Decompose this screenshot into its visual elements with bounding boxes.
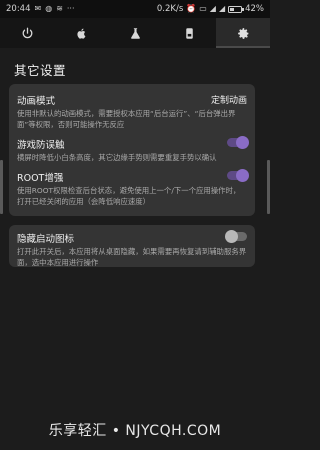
- hide-icon-toggle[interactable]: [225, 230, 247, 243]
- tab-device[interactable]: [162, 18, 216, 48]
- settings-card: 动画模式 定制动画 使用非默认的动画模式，需要授权本应用“后台运行”、“后台弹出…: [9, 84, 255, 216]
- tab-settings[interactable]: [216, 18, 270, 48]
- setting-description: 打开此开关后，本应用将从桌面隐藏，如果需要再恢复请到辅助服务界面，选中本应用进行…: [17, 247, 247, 267]
- signal-icon: ◢: [209, 4, 216, 13]
- setting-title: 隐藏启动图标: [17, 234, 75, 245]
- status-time: 20:44: [6, 4, 31, 14]
- watermark: 乐享轻汇 • NJYCQH.COM: [48, 423, 222, 439]
- setting-animation-mode[interactable]: 动画模式 定制动画 使用非默认的动画模式，需要授权本应用“后台运行”、“后台弹出…: [17, 93, 247, 130]
- root-enhance-toggle[interactable]: [227, 169, 249, 182]
- setting-title: ROOT增强: [17, 173, 64, 184]
- setting-description: 使用ROOT权限检查后台状态，避免使用上一个/下一个应用操作时，打开已经关闭的应…: [17, 186, 241, 206]
- anti-mistouch-toggle[interactable]: [227, 136, 249, 149]
- right-edge-accent: [267, 160, 270, 214]
- battery-level: 42%: [245, 4, 264, 14]
- toggle-knob: [236, 169, 249, 182]
- alarm-icon: ⏰: [186, 4, 197, 13]
- setting-title: 游戏防误触: [17, 140, 65, 151]
- vpn-icon: ▭: [199, 4, 207, 13]
- message-icon: ✉: [34, 4, 42, 13]
- setting-hide-icon[interactable]: 隐藏启动图标 打开此开关后，本应用将从桌面隐藏，如果需要再恢复请到辅助服务界面，…: [17, 230, 247, 268]
- toggle-knob: [225, 230, 238, 243]
- battery-icon: [228, 5, 245, 13]
- section-title: 其它设置: [14, 63, 67, 78]
- setting-root-enhance[interactable]: ROOT增强 使用ROOT权限检查后台状态，避免使用上一个/下一个应用操作时，打…: [17, 169, 249, 207]
- flask-icon: [130, 27, 140, 39]
- settings-card: 隐藏启动图标 打开此开关后，本应用将从桌面隐藏，如果需要再恢复请到辅助服务界面，…: [9, 225, 255, 267]
- tab-lab[interactable]: [108, 18, 162, 48]
- gear-icon: [237, 27, 248, 39]
- device-icon: [185, 27, 193, 39]
- status-bar: 20:44 ✉ ◍ ≋ ··· 0.2K/s ⏰ ▭ ◢ ◢ 42%: [0, 0, 270, 18]
- chat-icon: ◍: [45, 4, 53, 13]
- wifi-icon: ≋: [56, 4, 63, 13]
- setting-description: 使用非默认的动画模式，需要授权本应用“后台运行”、“后台弹出界面”等权限，否则可…: [17, 109, 236, 129]
- more-icon: ···: [66, 4, 75, 13]
- toggle-knob: [236, 136, 249, 149]
- setting-description: 横屏时降低小白条高度，其它边缘手势则需要重复手势以确认: [17, 153, 217, 162]
- tab-bar: [0, 18, 270, 48]
- power-icon: [22, 27, 32, 38]
- apple-icon: [76, 28, 85, 39]
- animation-mode-value[interactable]: 定制动画: [211, 93, 247, 106]
- tab-power[interactable]: [0, 18, 54, 48]
- signal-icon: ◢: [218, 4, 226, 13]
- network-speed: 0.2K/s: [156, 4, 184, 14]
- setting-anti-mistouch[interactable]: 游戏防误触 横屏时降低小白条高度，其它边缘手势则需要重复手势以确认: [17, 136, 249, 164]
- tab-apple[interactable]: [54, 18, 108, 48]
- left-edge-accent: [0, 160, 3, 214]
